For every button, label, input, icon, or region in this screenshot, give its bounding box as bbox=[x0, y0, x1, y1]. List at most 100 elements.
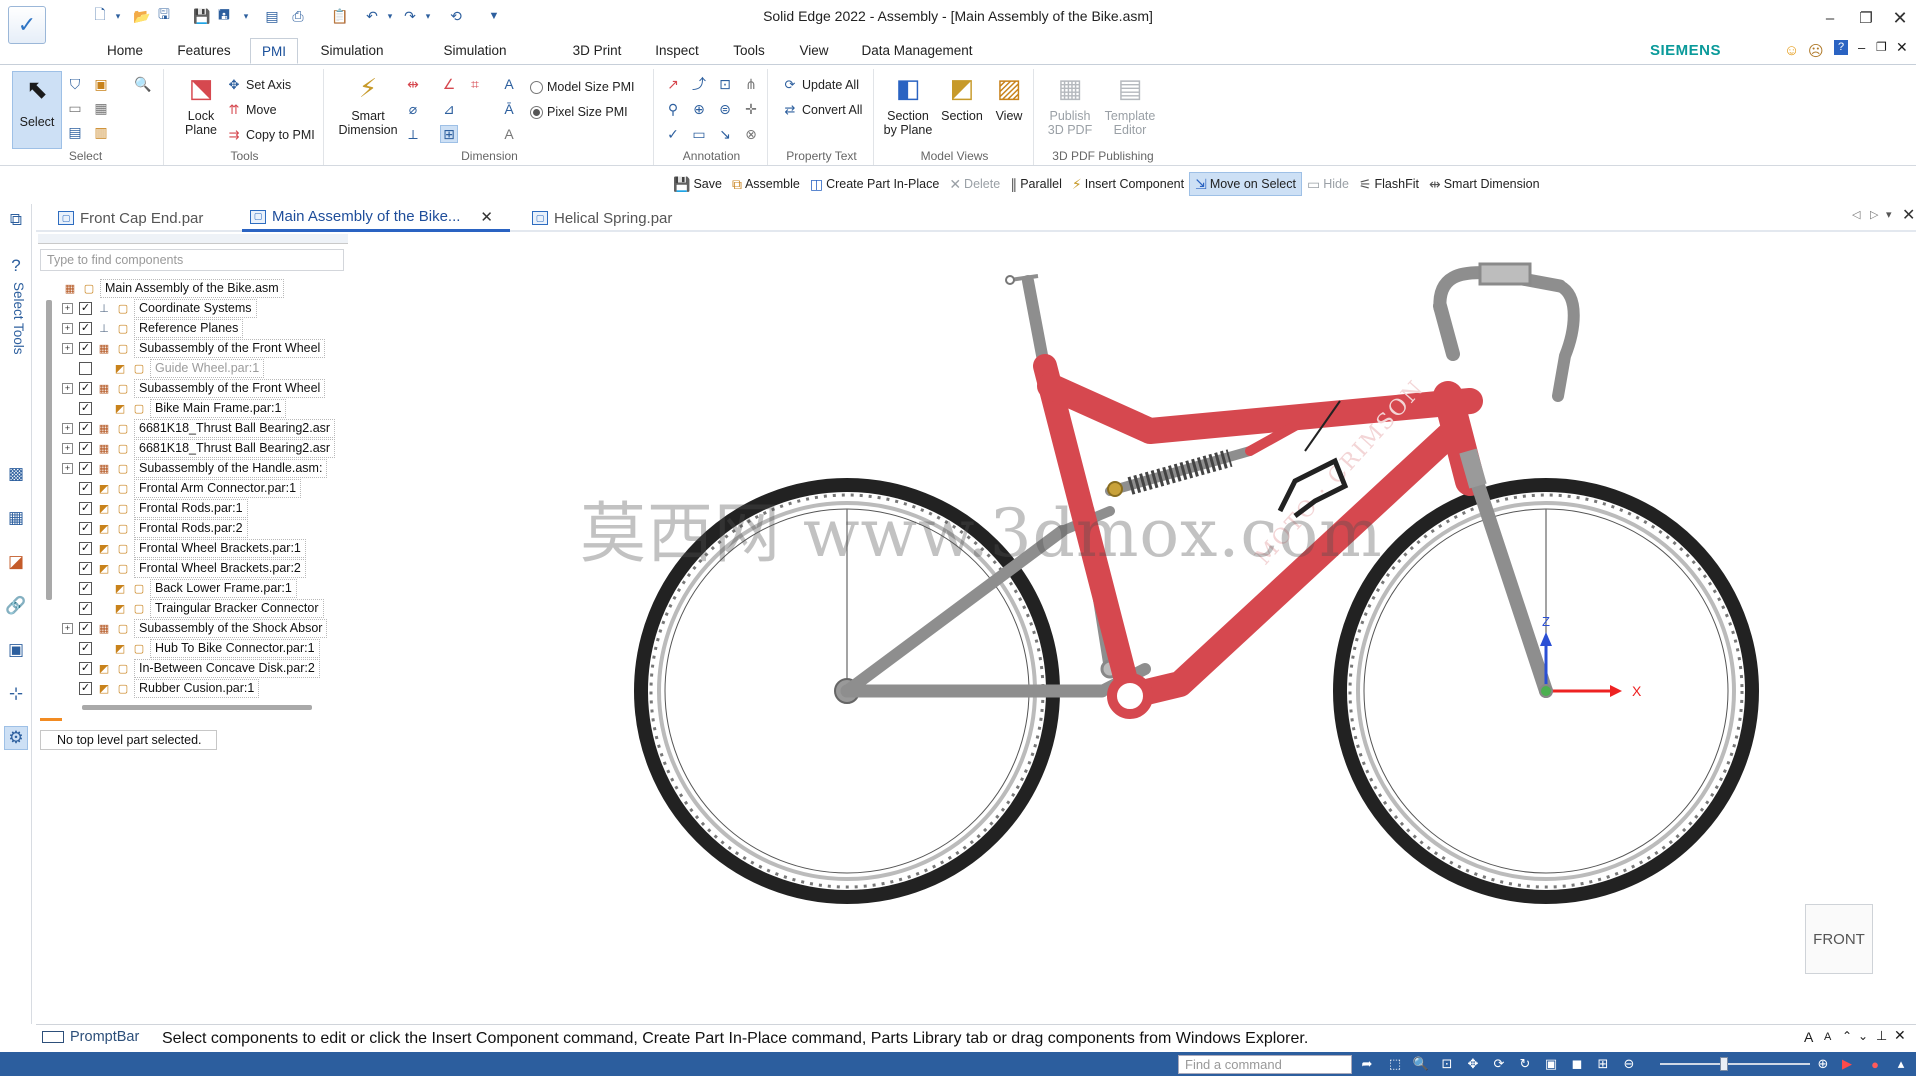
tree-visibility-checkbox[interactable]: ✓ bbox=[79, 581, 92, 595]
tree-visibility-checkbox[interactable]: ✓ bbox=[79, 321, 92, 335]
tab-inspect[interactable]: Inspect bbox=[648, 38, 706, 64]
move-on-select-button[interactable]: ⇲ Move on Select bbox=[1189, 172, 1302, 196]
tree-expander-icon[interactable]: + bbox=[62, 422, 73, 434]
chamfer-dimension-icon[interactable]: ⊿ bbox=[440, 100, 458, 118]
callout-icon[interactable]: ↗ bbox=[664, 75, 682, 93]
tree-row[interactable]: ✓ ◩ ▢ Frontal Wheel Brackets.par:2 bbox=[62, 558, 306, 578]
zoom-slider-thumb[interactable] bbox=[1720, 1057, 1728, 1071]
surface-texture-icon[interactable]: ⊡ bbox=[716, 75, 734, 93]
section-by-plane-button[interactable]: ◧ Section by Plane bbox=[882, 71, 934, 137]
tab-simulation-geometry[interactable]: Simulation Geometry bbox=[410, 38, 540, 84]
tree-row[interactable]: + ✓ ▦ ▢ Subassembly of the Front Wheel bbox=[62, 338, 326, 358]
zoom-select-icon[interactable]: 🔍 bbox=[134, 75, 152, 93]
tree-row[interactable]: ✓ ◩ ▢ Traingular Bracker Connector bbox=[62, 598, 324, 618]
sketch-view-icon[interactable]: ⊞ bbox=[1594, 1055, 1612, 1073]
doc-tab-main-assembly[interactable]: ▢ Main Assembly of the Bike... ✕ bbox=[242, 204, 510, 232]
tree-visibility-checkbox[interactable]: ✓ bbox=[79, 521, 92, 535]
smart-dimension-command-button[interactable]: ⇹ Smart Dimension bbox=[1424, 172, 1545, 196]
component-search-input[interactable]: Type to find components bbox=[40, 249, 344, 271]
check-mark-icon[interactable]: ✓ bbox=[664, 125, 682, 143]
appearance-tab-icon[interactable]: ◪ bbox=[4, 550, 28, 574]
pathfinder-tab-icon[interactable]: ⧉ bbox=[4, 208, 28, 232]
part-select-icon[interactable]: ▣ bbox=[92, 75, 110, 93]
tree-visibility-checkbox[interactable]: ✓ bbox=[79, 641, 92, 655]
layers-tab-icon[interactable]: ▩ bbox=[4, 462, 28, 486]
weld-symbol-icon[interactable]: ⋔ bbox=[742, 75, 760, 93]
expand-down-icon[interactable]: ⌄ bbox=[1858, 1029, 1868, 1043]
sensors-tab-icon[interactable]: ▣ bbox=[4, 638, 28, 662]
pathfinder-grip[interactable] bbox=[38, 234, 348, 244]
tree-row[interactable]: + ✓ ▦ ▢ Subassembly of the Shock Absor bbox=[62, 618, 328, 638]
handlebar[interactable] bbox=[1433, 262, 1580, 402]
tree-row[interactable]: ✓ ◩ ▢ Frontal Wheel Brackets.par:1 bbox=[62, 538, 306, 558]
tree-visibility-checkbox[interactable]: ✓ bbox=[79, 501, 92, 515]
view-button[interactable]: ▨ View bbox=[988, 71, 1030, 123]
view-orientation-icon[interactable]: ▣ bbox=[1542, 1055, 1560, 1073]
shaded-icon[interactable]: ◼ bbox=[1568, 1055, 1586, 1073]
balloon-icon[interactable]: ⤴ bbox=[690, 75, 708, 93]
tree-row[interactable]: ✓ ◩ ▢ Bike Main Frame.par:1 bbox=[62, 398, 287, 418]
convert-all-button[interactable]: ⇄ Convert All bbox=[782, 100, 863, 120]
save-all-icon[interactable]: 🖪 bbox=[214, 6, 234, 26]
tree-visibility-checkbox[interactable]: ✓ bbox=[79, 461, 92, 475]
dropdown-arrow-icon[interactable]: ▾ bbox=[418, 6, 438, 26]
leader-icon[interactable]: ↘ bbox=[716, 125, 734, 143]
view-cube[interactable]: FRONT bbox=[1805, 904, 1873, 974]
select-tools-label[interactable]: Select Tools bbox=[6, 282, 26, 355]
flashfit-button[interactable]: ⚟ FlashFit bbox=[1354, 172, 1424, 196]
doc-tab-front-cap-end[interactable]: ▢ Front Cap End.par bbox=[50, 204, 248, 232]
tree-root[interactable]: ▦ ▢ Main Assembly of the Bike.asm bbox=[62, 278, 284, 298]
close-all-tabs-icon[interactable]: ✕ bbox=[1902, 205, 1915, 225]
tab-view[interactable]: View bbox=[792, 38, 836, 64]
query-icon[interactable]: ▦ bbox=[92, 99, 110, 117]
repeat-icon[interactable]: ⟲ bbox=[446, 6, 466, 26]
datum-target-icon[interactable]: ▭ bbox=[690, 125, 708, 143]
tree-row[interactable]: ✓ ◩ ▢ Rubber Cusion.par:1 bbox=[62, 678, 260, 698]
collapse-up-icon[interactable]: ⌃ bbox=[1842, 1029, 1852, 1043]
tree-visibility-checkbox[interactable]: ✓ bbox=[79, 661, 92, 675]
pathfinder-vertical-scrollbar[interactable] bbox=[46, 300, 52, 600]
minimize-icon[interactable]: – bbox=[1816, 6, 1844, 30]
show-icon[interactable]: ▤ bbox=[66, 123, 84, 141]
target-icon[interactable]: ⊗ bbox=[742, 125, 760, 143]
tree-expander-icon[interactable]: + bbox=[62, 382, 73, 394]
assemble-button[interactable]: ⧉ Assemble bbox=[727, 172, 805, 196]
dropdown-arrow-icon[interactable]: ▾ bbox=[108, 6, 128, 26]
tree-visibility-checkbox[interactable]: ✓ bbox=[79, 621, 92, 635]
relationship-tab-icon[interactable]: 🔗 bbox=[4, 594, 28, 618]
notifications-icon[interactable]: ▴ bbox=[1892, 1055, 1910, 1073]
tab-tools[interactable]: Tools bbox=[726, 38, 772, 64]
tree-visibility-checkbox[interactable]: ✓ bbox=[79, 401, 92, 415]
tree-row[interactable]: ✓ ◩ ▢ Frontal Arm Connector.par:1 bbox=[62, 478, 302, 498]
filter-icon[interactable]: ⛉ bbox=[66, 75, 84, 93]
tree-row[interactable]: ✓ ◩ ▢ Hub To Bike Connector.par:1 bbox=[62, 638, 320, 658]
prompt-bar-title[interactable]: PromptBar bbox=[42, 1029, 139, 1045]
select-button[interactable]: ⬉ Select bbox=[12, 71, 62, 149]
tab-3d-print[interactable]: 3D Print bbox=[564, 38, 630, 64]
tree-row[interactable]: + ✓ ⊥ ▢ Coordinate Systems bbox=[62, 298, 257, 318]
youtube-icon[interactable]: ▶ bbox=[1838, 1055, 1856, 1073]
fit-icon[interactable]: ⊡ bbox=[1438, 1055, 1456, 1073]
tree-visibility-checkbox[interactable]: ✓ bbox=[79, 601, 92, 615]
new-file-icon[interactable]: 🗋 bbox=[90, 6, 110, 26]
tree-row[interactable]: ✓ ◩ ▢ Frontal Rods.par:2 bbox=[62, 518, 248, 538]
tab-data-management[interactable]: Data Management bbox=[856, 38, 978, 64]
tree-expander-icon[interactable]: + bbox=[62, 322, 73, 334]
doc-tab-helical-spring[interactable]: ▢ Helical Spring.par bbox=[524, 204, 704, 232]
lock-plane-button[interactable]: ⬔ Lock Plane bbox=[176, 71, 226, 137]
tree-visibility-checkbox[interactable]: ✓ bbox=[79, 681, 92, 695]
pin-icon[interactable]: ⊥ bbox=[1876, 1028, 1887, 1044]
move-button[interactable]: ⇈ Move bbox=[226, 100, 277, 120]
save-icon[interactable]: 💾 bbox=[192, 6, 212, 26]
print-icon[interactable]: ⎙ bbox=[288, 6, 308, 26]
font-increase-icon[interactable]: A bbox=[1804, 1029, 1813, 1045]
tree-row[interactable]: + ✓ ▦ ▢ 6681K18_Thrust Ball Bearing2.asr bbox=[62, 438, 336, 458]
datum-frame-icon[interactable]: ⊜ bbox=[716, 100, 734, 118]
frown-icon[interactable]: ☹ bbox=[1808, 42, 1824, 60]
distance-between-icon[interactable]: ⇹ bbox=[404, 75, 422, 93]
restore-doc-icon[interactable]: ❐ bbox=[1876, 40, 1887, 54]
zoom-area-icon[interactable]: ⬚ bbox=[1386, 1055, 1404, 1073]
tab-home[interactable]: Home bbox=[100, 38, 150, 64]
tree-expander-icon[interactable]: + bbox=[62, 302, 73, 314]
tab-features[interactable]: Features bbox=[172, 38, 236, 64]
